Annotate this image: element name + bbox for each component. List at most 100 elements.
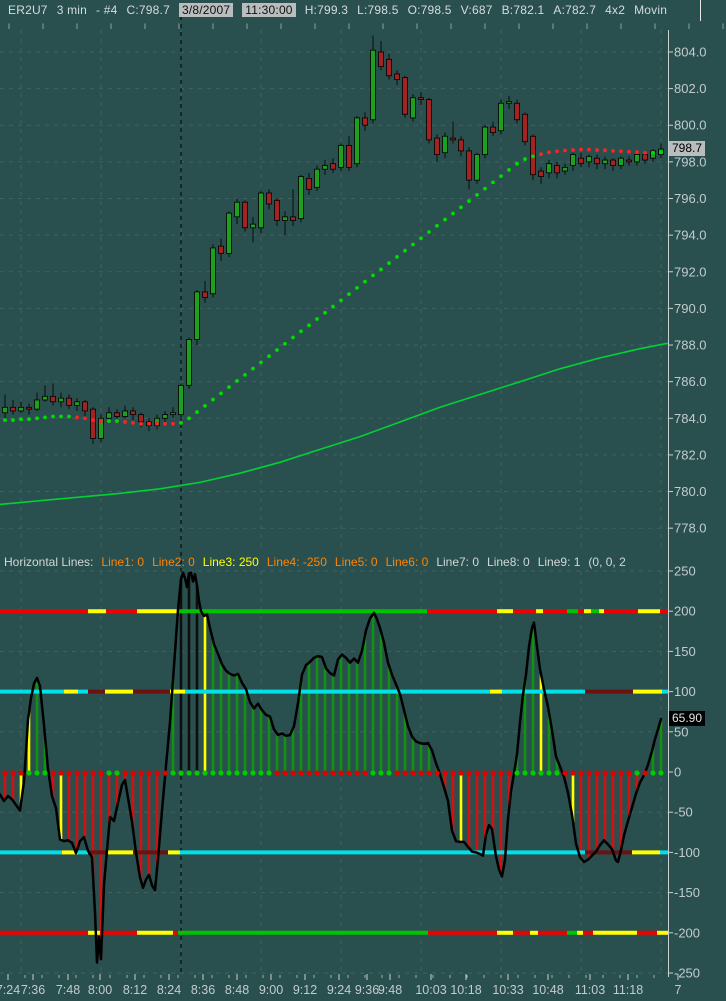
ma-dot [635,150,639,155]
ma-dot [659,150,663,155]
candle-body [218,245,224,254]
candle-body [554,165,560,174]
price-tick-label: 782.0 [674,447,707,462]
signal-dot [130,770,136,776]
candle-body [50,395,56,403]
candle-body [202,291,208,298]
candle-body [546,163,552,174]
candle-body [274,199,280,221]
signal-dot [250,770,256,776]
ma-dot [603,148,607,153]
ma-dot [259,360,263,365]
candle-body [626,159,632,163]
indicator-param: Line7: 0 [436,555,480,569]
signal-dot [346,770,352,776]
candle-body [66,397,72,406]
candle-body [610,159,616,166]
signal-dot [170,770,176,776]
ma-dot [91,418,95,423]
ma-dot [307,323,311,328]
signal-dot [330,770,336,776]
ma-dot [555,149,559,154]
status-value: L:798.5 [357,3,399,17]
candle-body [306,177,312,190]
zero-signal-dots [2,770,664,776]
signal-dot [282,770,288,776]
signal-dot [2,770,8,776]
ma-dot [547,150,551,155]
signal-dot [474,770,480,776]
price-tick-label: 798.0 [674,154,707,169]
price-tick-label: 794.0 [674,228,707,243]
ma-dot [331,304,335,309]
signal-dot [186,770,192,776]
signal-dot [122,770,128,776]
ma-dot [3,418,7,423]
candle-body [34,399,40,410]
oscillator-curve [0,571,663,964]
value-tick-label: -200 [674,925,700,940]
candle-body [570,154,576,166]
ma-dot [379,267,383,272]
candle-body [250,223,256,229]
signal-dot [42,770,48,776]
candlestick-series [2,35,664,444]
price-tick-label: 796.0 [674,191,707,206]
candle-body [346,144,352,168]
time-tick-label: 10:18 [450,983,481,997]
time-tick-label: 11:03 [575,983,605,997]
signal-dot [642,770,648,776]
value-tick-label: 200 [674,604,696,619]
chart-canvas[interactable]: 804.0 802.0 800.0 798.0 796.0 794.0 792.0 790.0… [0,0,726,1001]
signal-dot [618,770,624,776]
time-tick-label: 7:24 [0,983,20,997]
time-tick-label: 8:00 [88,983,112,997]
candle-body [234,201,240,218]
candle-body [162,414,168,419]
candle-body [90,408,96,439]
candle-body [170,412,176,416]
signal-dot [658,770,664,776]
indicator-value-box: 65.90 [669,711,706,726]
ma-dot [355,285,359,290]
status-value: C:798.7 [126,3,170,17]
status-value: O:798.5 [407,3,452,17]
candle-body [18,406,24,412]
symbol-status-bar: ER2U7 3 min - #4 C:798.7 3/8/2007 11:30:00 H:7… [8,3,676,19]
ma-dot [267,354,271,359]
signal-dot [506,770,512,776]
ma-dot [523,157,527,162]
signal-dot [610,770,616,776]
ma-dot [563,148,567,153]
ma-dot [107,419,111,423]
candle-body [458,139,464,152]
signal-dot [482,770,488,776]
signal-dot [426,770,432,776]
candle-body [362,117,368,126]
signal-dot [50,770,56,776]
candle-body [74,401,80,406]
time-tick-label: 10:03 [415,983,446,997]
candle-body [130,410,136,416]
value-tick-label: 250 [674,564,696,579]
ma-dot [363,279,367,284]
signal-dot [114,770,120,776]
price-tick-label: 784.0 [674,411,707,426]
status-value-highlighted: 11:30:00 [242,3,296,17]
signal-dot [266,770,272,776]
ma-dot [579,147,583,152]
time-tick-label: 9:12 [293,983,317,997]
ma-dot [435,223,439,228]
signal-dot [450,770,456,776]
ma-dot [171,421,175,426]
candle-body [498,102,504,132]
price-tick-label: 778.0 [674,521,707,536]
ma-dot [419,236,423,241]
time-tick-label: 7:36 [21,983,45,997]
ma-dot [539,152,543,157]
candle-body [282,216,288,221]
candle-body [242,201,248,229]
value-tick-label: -150 [674,885,700,900]
status-value: Movin [634,3,668,17]
status-value: 4x2 [605,3,626,17]
